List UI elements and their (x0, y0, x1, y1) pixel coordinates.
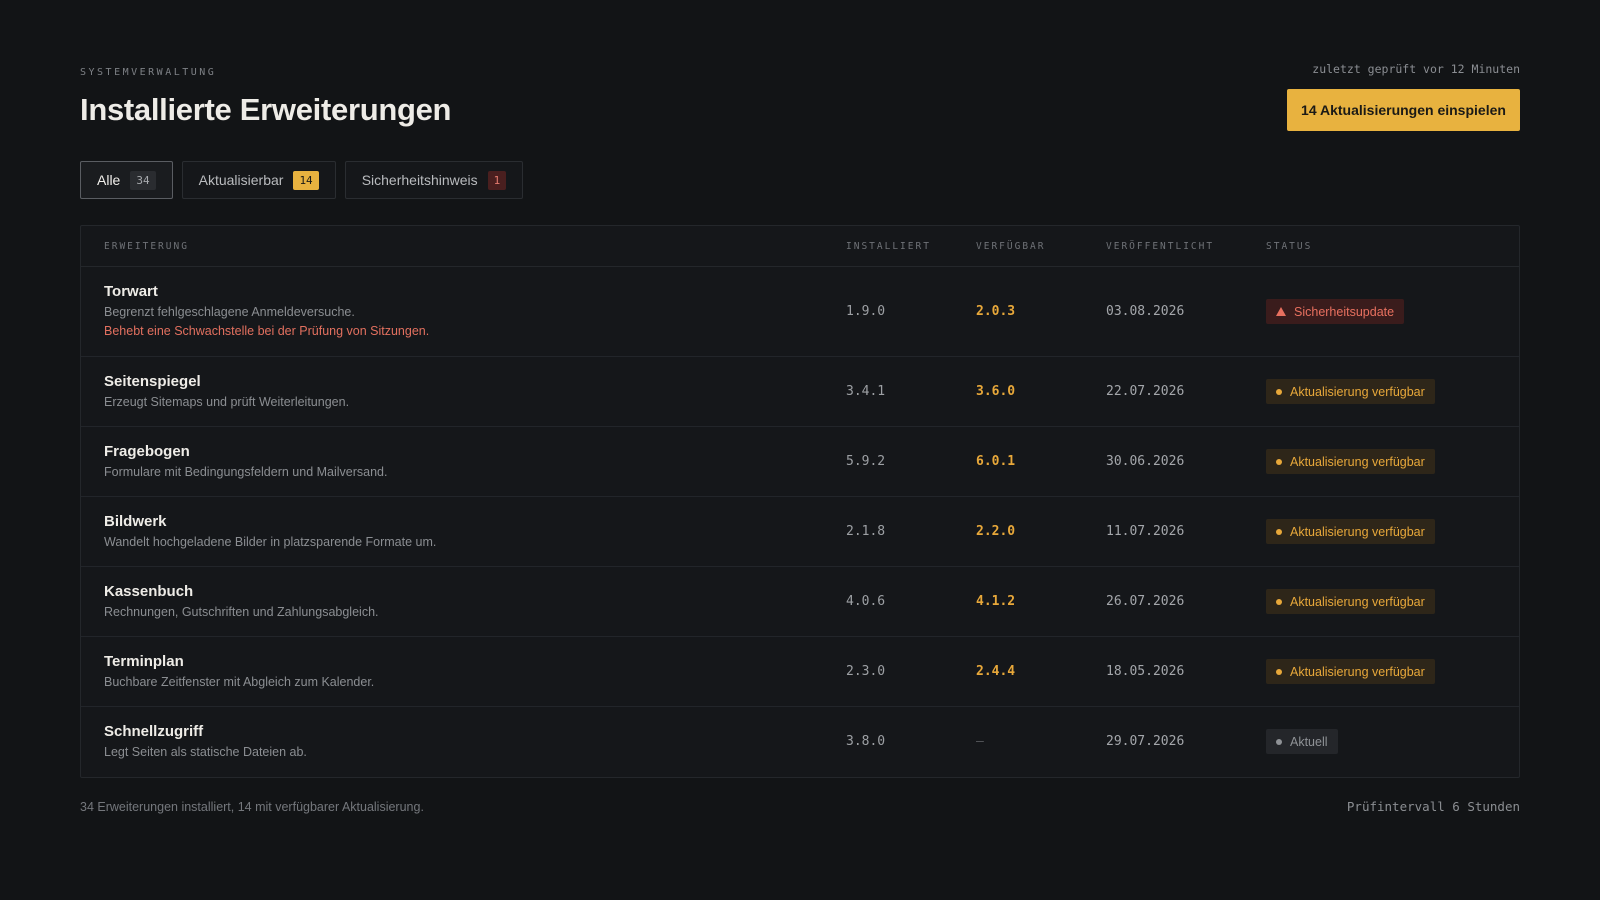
table-row[interactable]: Kassenbuch Rechnungen, Gutschriften und Z… (81, 567, 1519, 637)
extension-name: Schnellzugriff (104, 723, 204, 740)
status-badge: Sicherheitsupdate (1266, 299, 1405, 324)
status-label: Sicherheitsupdate (1294, 304, 1395, 319)
status-badge: Aktualisierung verfügbar (1266, 449, 1435, 474)
status-label: Aktualisierung verfügbar (1290, 594, 1425, 609)
tab-label: Aktualisierbar (198, 172, 284, 188)
published-date: 30.06.2026 (1106, 454, 1185, 469)
column-header-installed: INSTALLIERT (846, 240, 931, 252)
table-row[interactable]: Terminplan Buchbare Zeitfenster mit Abgle… (81, 637, 1519, 707)
page-title: Installierte Erweiterungen (80, 92, 452, 127)
status-label: Aktualisierung verfügbar (1290, 454, 1425, 469)
status-label: Aktualisierung verfügbar (1290, 524, 1425, 539)
tab-aktualisierbar[interactable]: Aktualisierbar 14 (181, 161, 336, 199)
install-updates-button[interactable]: 14 Aktualisierungen einspielen (1287, 89, 1520, 131)
extension-description: Erzeugt Sitemaps und prüft Weiterleitung… (104, 395, 350, 409)
column-header-extension: ERWEITERUNG (104, 240, 189, 252)
published-date: 29.07.2026 (1106, 734, 1185, 749)
extension-description: Buchbare Zeitfenster mit Abgleich zum Ka… (104, 675, 375, 689)
tab-alle[interactable]: Alle 34 (80, 161, 173, 199)
status-badge: Aktualisierung verfügbar (1266, 659, 1435, 684)
extension-description: Rechnungen, Gutschriften und Zahlungsabg… (104, 605, 379, 619)
table-body: Torwart Begrenzt fehlgeschlagene Anmeldev… (81, 267, 1519, 776)
tab-sicherheitshinweis[interactable]: Sicherheitshinweis 1 (344, 161, 524, 199)
published-date: 26.07.2026 (1106, 594, 1185, 609)
extension-name: Torwart (104, 283, 158, 300)
published-date: 18.05.2026 (1106, 664, 1185, 679)
column-header-published: VERÖFFENTLICHT (1106, 240, 1215, 252)
available-version: 4.1.2 (976, 594, 1016, 609)
extension-info: Seitenspiegel Erzeugt Sitemaps und prüft … (104, 373, 349, 409)
extension-info: Kassenbuch Rechnungen, Gutschriften und Z… (104, 583, 379, 619)
status-dot-icon (1276, 388, 1282, 395)
installed-version: 2.3.0 (846, 664, 886, 679)
table-row[interactable]: Schnellzugriff Legt Seiten als statische … (81, 707, 1519, 776)
page: SYSTEMVERWALTUNG Installierte Erweiterun… (0, 0, 1600, 900)
extension-name: Seitenspiegel (104, 373, 201, 390)
check-interval: Prüfintervall 6 Stunden (1346, 799, 1520, 814)
table-row[interactable]: Bildwerk Wandelt hochgeladene Bilder in p… (81, 497, 1519, 567)
extension-info: Bildwerk Wandelt hochgeladene Bilder in p… (104, 513, 436, 549)
available-version: 2.4.4 (976, 664, 1016, 679)
column-header-status: STATUS (1266, 240, 1313, 252)
status-badge: Aktualisierung verfügbar (1266, 589, 1435, 614)
installed-version: 5.9.2 (846, 454, 886, 469)
extension-info: Fragebogen Formulare mit Bedingungsfelder… (104, 443, 387, 479)
available-version: 6.0.1 (976, 454, 1016, 469)
warning-triangle-icon (1276, 307, 1286, 316)
extension-name: Fragebogen (104, 443, 190, 460)
extension-name: Terminplan (104, 653, 184, 670)
tab-count-badge: 14 (293, 170, 319, 190)
available-version: 2.2.0 (976, 524, 1016, 539)
table-row[interactable]: Fragebogen Formulare mit Bedingungsfelder… (81, 427, 1519, 497)
status-dot-icon (1276, 528, 1282, 535)
status-badge: Aktualisierung verfügbar (1266, 519, 1435, 544)
published-date: 03.08.2026 (1106, 304, 1185, 319)
available-version: 2.0.3 (976, 304, 1016, 319)
extension-info: Torwart Begrenzt fehlgeschlagene Anmeldev… (104, 283, 429, 338)
security-note: Behebt eine Schwachstelle bei der Prüfun… (104, 324, 430, 338)
status-badge: Aktualisierung verfügbar (1266, 379, 1435, 404)
status-dot-icon (1276, 738, 1282, 745)
extension-name: Bildwerk (104, 513, 167, 530)
tab-count-badge: 1 (487, 170, 507, 190)
section-eyebrow: SYSTEMVERWALTUNG (80, 67, 217, 78)
status-label: Aktuell (1290, 734, 1328, 749)
extensions-table: ERWEITERUNG INSTALLIERT VERFÜGBAR VERÖFF… (80, 225, 1520, 778)
extension-info: Schnellzugriff Legt Seiten als statische … (104, 723, 307, 759)
table-row[interactable]: Seitenspiegel Erzeugt Sitemaps und prüft … (81, 357, 1519, 427)
extension-info: Terminplan Buchbare Zeitfenster mit Abgle… (104, 653, 374, 689)
available-version: — (976, 734, 984, 749)
status-dot-icon (1276, 458, 1282, 465)
extension-description: Begrenzt fehlgeschlagene Anmeldeversuche… (104, 305, 355, 319)
installed-version: 1.9.0 (846, 304, 886, 319)
extension-description: Legt Seiten als statische Dateien ab. (104, 745, 307, 759)
status-dot-icon (1276, 668, 1282, 675)
extension-description: Wandelt hochgeladene Bilder in platzspar… (104, 535, 437, 549)
table-header: ERWEITERUNG INSTALLIERT VERFÜGBAR VERÖFF… (81, 226, 1519, 267)
status-label: Aktualisierung verfügbar (1290, 664, 1425, 679)
tab-label: Alle (97, 172, 121, 188)
last-checked-text: zuletzt geprüft vor 12 Minuten (1312, 62, 1520, 76)
installed-version: 4.0.6 (846, 594, 886, 609)
installed-version: 3.8.0 (846, 734, 886, 749)
footer-summary: 34 Erweiterungen installiert, 14 mit ver… (80, 800, 424, 814)
available-version: 3.6.0 (976, 384, 1016, 399)
table-row[interactable]: Torwart Begrenzt fehlgeschlagene Anmeldev… (81, 267, 1519, 357)
column-header-available: VERFÜGBAR (976, 240, 1046, 252)
published-date: 22.07.2026 (1106, 384, 1185, 399)
extension-description: Formulare mit Bedingungsfeldern und Mail… (104, 465, 388, 479)
installed-version: 2.1.8 (846, 524, 886, 539)
tab-label: Sicherheitshinweis (361, 172, 478, 188)
tab-count-badge: 34 (130, 170, 156, 190)
extension-name: Kassenbuch (104, 583, 194, 600)
published-date: 11.07.2026 (1106, 524, 1185, 539)
installed-version: 3.4.1 (846, 384, 886, 399)
filter-tabs: Alle 34 Aktualisierbar 14 Sicherheitshin… (80, 161, 524, 199)
status-dot-icon (1276, 598, 1282, 605)
status-label: Aktualisierung verfügbar (1290, 384, 1425, 399)
status-badge: Aktuell (1266, 729, 1338, 754)
